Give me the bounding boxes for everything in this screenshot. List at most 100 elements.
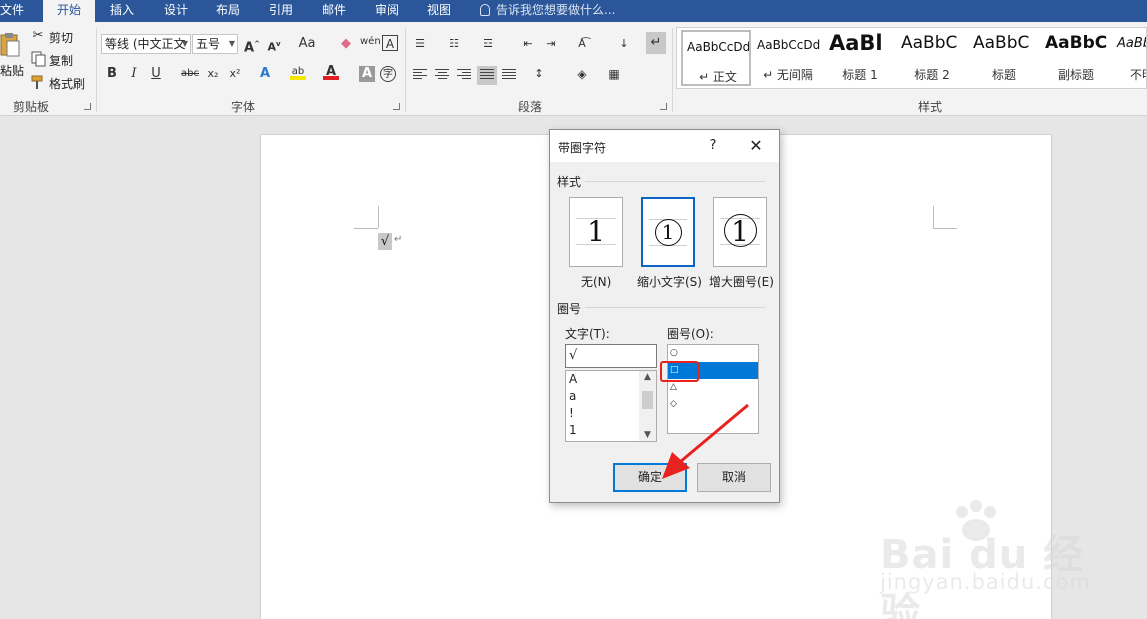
sort-icon[interactable]: ↓ bbox=[616, 36, 632, 52]
format-painter-button[interactable]: 格式刷 bbox=[49, 75, 85, 92]
style-no-spacing[interactable]: AaBbCcDd ↵ 无间隔 bbox=[753, 30, 823, 86]
section-divider bbox=[585, 181, 765, 182]
tab-insert[interactable]: 插入 bbox=[101, 0, 143, 22]
style-none-label[interactable]: 无(N) bbox=[581, 273, 611, 290]
style-title[interactable]: AaBbC 标题 bbox=[969, 30, 1039, 86]
text-effects-icon[interactable]: A bbox=[257, 66, 273, 82]
listbox-scrollbar[interactable]: ▲ ▼ bbox=[639, 371, 656, 441]
enclose-characters-icon[interactable]: 字 bbox=[380, 66, 396, 82]
bold-icon[interactable]: B bbox=[104, 66, 120, 82]
style-normal[interactable]: AaBbCcDd ↵ 正文 bbox=[681, 30, 751, 86]
bullets-icon[interactable]: ☰ bbox=[412, 36, 428, 52]
tab-mailings[interactable]: 邮件 bbox=[313, 0, 355, 22]
grow-font-icon[interactable]: A^ bbox=[244, 36, 260, 55]
phonetic-guide-icon[interactable]: wén bbox=[360, 34, 381, 50]
dialog-title-bar[interactable]: 带圈字符 ? ✕ bbox=[550, 130, 779, 162]
font-name-value: 等线 (中文正文 bbox=[105, 37, 186, 51]
tab-references[interactable]: 引用 bbox=[260, 0, 302, 22]
style-name: 副标题 bbox=[1057, 68, 1094, 82]
tell-me-search[interactable]: 告诉我您想要做什么... bbox=[480, 0, 615, 22]
clear-formatting-icon[interactable]: ◆ bbox=[338, 36, 354, 52]
help-button[interactable]: ? bbox=[703, 136, 723, 156]
tab-design[interactable]: 设计 bbox=[155, 0, 197, 22]
tab-layout[interactable]: 布局 bbox=[207, 0, 249, 22]
align-center-icon[interactable] bbox=[435, 69, 449, 81]
chevron-down-icon[interactable]: ▼ bbox=[639, 430, 656, 440]
character-shading-icon[interactable]: A bbox=[359, 66, 375, 82]
strikethrough-icon[interactable]: abc bbox=[181, 66, 199, 82]
scissors-icon[interactable]: ✂ bbox=[30, 28, 46, 44]
copy-icon[interactable] bbox=[30, 51, 46, 67]
underline-icon[interactable]: U bbox=[148, 66, 164, 82]
style-name: ↵ 无间隔 bbox=[763, 68, 813, 82]
font-size-combo[interactable]: 五号 ▼ bbox=[192, 34, 238, 54]
enclosure-item-circle[interactable]: ○ bbox=[668, 345, 758, 362]
font-name-combo[interactable]: 等线 (中文正文 ▼ bbox=[101, 34, 191, 54]
tab-review[interactable]: 审阅 bbox=[366, 0, 408, 22]
paragraph-launcher-icon[interactable] bbox=[660, 103, 667, 110]
selected-document-text[interactable]: √ bbox=[378, 233, 392, 250]
crop-mark bbox=[933, 206, 934, 228]
distributed-icon[interactable] bbox=[502, 69, 516, 81]
tab-file[interactable]: 文件 bbox=[0, 0, 24, 22]
text-input[interactable]: √ bbox=[565, 344, 657, 368]
style-subtitle[interactable]: AaBbC 副标题 bbox=[1041, 30, 1111, 86]
shading-icon[interactable]: ◈ bbox=[574, 66, 590, 82]
character-border-icon[interactable]: A bbox=[382, 35, 398, 51]
line-spacing-icon[interactable]: ↕ bbox=[531, 66, 547, 82]
dialog-title: 带圈字符 bbox=[558, 141, 607, 155]
clipboard-launcher-icon[interactable] bbox=[84, 103, 91, 110]
style-shrink-text-label[interactable]: 缩小文字(S) bbox=[637, 273, 702, 290]
scrollbar-thumb[interactable] bbox=[642, 391, 653, 409]
increase-indent-icon[interactable]: ⇥ bbox=[543, 36, 559, 52]
decrease-indent-icon[interactable]: ⇤ bbox=[520, 36, 536, 52]
borders-icon[interactable]: ▦ bbox=[606, 66, 622, 82]
style-sample: AaBbC bbox=[901, 33, 958, 53]
clipboard-group-label: 剪贴板 bbox=[12, 100, 49, 114]
text-listbox[interactable]: A a ! 1 ▲ ▼ bbox=[565, 370, 657, 442]
style-enlarge-symbol-label[interactable]: 增大圈号(E) bbox=[709, 273, 774, 290]
show-formatting-icon[interactable]: ↵ bbox=[646, 32, 666, 54]
shrink-font-icon[interactable]: Av bbox=[266, 36, 282, 54]
style-sample: AaBbC bbox=[1045, 33, 1108, 53]
format-painter-icon[interactable] bbox=[30, 74, 46, 90]
tab-view[interactable]: 视图 bbox=[418, 0, 460, 22]
italic-icon[interactable]: I bbox=[126, 66, 142, 82]
styles-gallery: AaBbCcDd ↵ 正文 AaBbCcDd ↵ 无间隔 AaBl 标题 1 AaBb… bbox=[676, 27, 1147, 89]
tell-me-placeholder: 告诉我您想要做什么... bbox=[496, 3, 616, 17]
align-left-icon[interactable] bbox=[413, 69, 427, 81]
chevron-up-icon[interactable]: ▲ bbox=[639, 372, 656, 382]
style-option-shrink-text[interactable]: 1 bbox=[641, 197, 695, 267]
paste-icon[interactable] bbox=[0, 32, 20, 58]
style-heading-1[interactable]: AaBl 标题 1 bbox=[825, 30, 895, 86]
cancel-button[interactable]: 取消 bbox=[697, 463, 771, 492]
copy-button[interactable]: 复制 bbox=[49, 52, 73, 69]
style-option-none[interactable]: 1 bbox=[569, 197, 623, 267]
justify-icon[interactable] bbox=[477, 66, 497, 85]
superscript-icon[interactable]: x² bbox=[227, 66, 243, 82]
ribbon: 粘贴 ✂ 剪切 复制 格式刷 剪贴板 等线 (中文正文 ▼ 五号 ▼ A^ Av A… bbox=[0, 22, 1147, 116]
style-subtle-emphasis[interactable]: AaBbC 不明显 bbox=[1113, 30, 1146, 86]
ok-button[interactable]: 确定 bbox=[613, 463, 687, 492]
cut-button[interactable]: 剪切 bbox=[49, 29, 73, 46]
style-heading-2[interactable]: AaBbC 标题 2 bbox=[897, 30, 967, 86]
align-right-icon[interactable] bbox=[457, 69, 471, 81]
numbering-icon[interactable]: ☷ bbox=[446, 36, 462, 52]
font-color-icon[interactable]: A bbox=[323, 64, 339, 80]
styles-group-label: 样式 bbox=[917, 100, 942, 114]
font-group-label: 字体 bbox=[230, 100, 255, 114]
close-button[interactable]: ✕ bbox=[745, 135, 767, 157]
crop-mark bbox=[354, 228, 378, 229]
enclosure-item-diamond[interactable]: ◇ bbox=[668, 396, 758, 413]
style-option-enlarge-symbol[interactable]: 1 bbox=[713, 197, 767, 267]
subscript-icon[interactable]: x₂ bbox=[205, 66, 221, 82]
paste-button[interactable]: 粘贴 bbox=[0, 62, 24, 79]
tab-home[interactable]: 开始 bbox=[43, 0, 95, 22]
chinese-layout-icon[interactable]: A͡ bbox=[574, 36, 590, 52]
paragraph-mark: ↵ bbox=[394, 234, 403, 245]
change-case-icon[interactable]: Aa bbox=[294, 36, 320, 52]
font-launcher-icon[interactable] bbox=[393, 103, 400, 110]
multilevel-list-icon[interactable]: ☲ bbox=[480, 36, 496, 52]
highlight-icon[interactable]: ab bbox=[290, 64, 306, 80]
enclosure-listbox[interactable]: ○ □ △ ◇ bbox=[667, 344, 759, 434]
